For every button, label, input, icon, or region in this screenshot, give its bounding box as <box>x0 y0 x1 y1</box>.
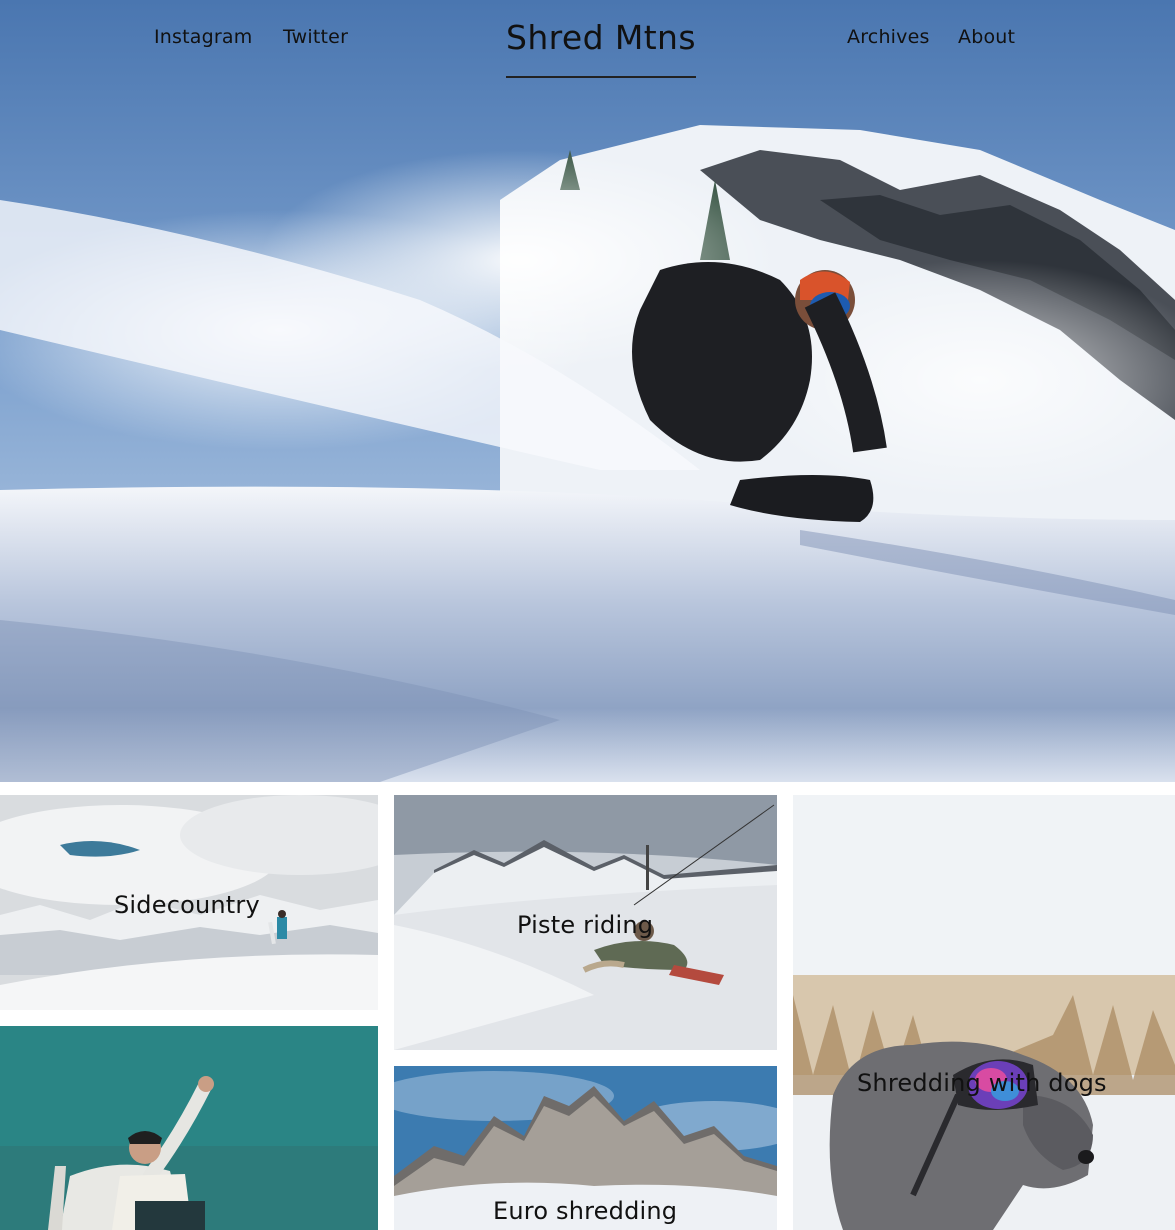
hero-photo <box>0 0 1175 782</box>
nav-twitter-link[interactable]: Twitter <box>283 24 348 50</box>
tile-shredding-with-dogs[interactable]: Shredding with dogs <box>793 795 1175 1230</box>
nav-about-link[interactable]: About <box>958 24 1015 50</box>
tile-sidecountry[interactable]: Sidecountry <box>0 795 378 1010</box>
tile-piste-riding[interactable]: Piste riding <box>394 795 777 1050</box>
rider-holding-snowboard-photo <box>0 1026 378 1230</box>
tile-label: Piste riding <box>517 911 654 939</box>
dog-wearing-goggles-photo <box>793 795 1175 1230</box>
tile-label: Shredding with dogs <box>857 1069 1107 1097</box>
hero-image: Instagram Twitter Shred Mtns Archives Ab… <box>0 0 1175 782</box>
nav-instagram-link[interactable]: Instagram <box>154 24 252 50</box>
tile-euro-shredding[interactable]: Euro shredding <box>394 1066 777 1230</box>
nav-archives-link[interactable]: Archives <box>847 24 930 50</box>
tile-rider-portrait[interactable] <box>0 1026 378 1230</box>
site-title[interactable]: Shred Mtns <box>506 16 696 78</box>
tile-label: Euro shredding <box>493 1197 678 1225</box>
tile-label: Sidecountry <box>114 891 260 919</box>
